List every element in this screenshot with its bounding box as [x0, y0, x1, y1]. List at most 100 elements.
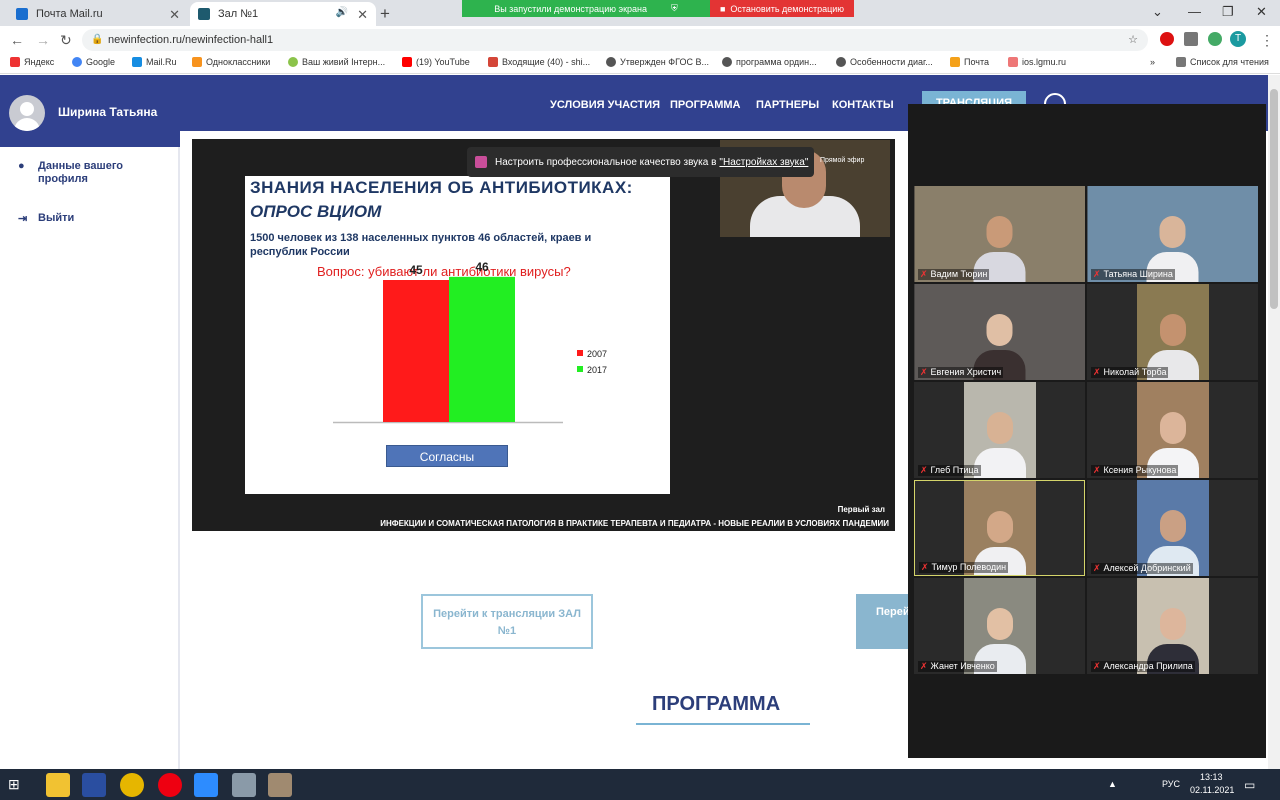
bookmark-mailru[interactable]: Mail.Ru [132, 57, 177, 67]
tab-search-icon[interactable]: ⌄ [1152, 4, 1163, 20]
bookmark-fgos[interactable]: Утвержден ФГОС В... [606, 57, 709, 67]
bookmark-program[interactable]: программа ордин... [722, 57, 817, 67]
globe-icon [722, 57, 732, 67]
bar-2007 [383, 280, 449, 422]
notifications-icon[interactable]: ▭ [1244, 778, 1255, 792]
legend-swatch-2007 [577, 350, 583, 356]
participant-name: ✗ Ксения Рыкунова [1091, 465, 1179, 476]
participant-head [1159, 412, 1186, 444]
tray-expand-icon[interactable]: ▲ [1108, 779, 1117, 789]
bookmark-youtube[interactable]: (19) YouTube [402, 57, 470, 67]
participant-head [1159, 510, 1186, 542]
more-bookmarks-icon[interactable]: » [1150, 57, 1155, 67]
share-notice: Вы запустили демонстрацию экрана ⛨ [462, 0, 710, 17]
legend-swatch-2017 [577, 366, 583, 372]
star-icon[interactable]: ☆ [1128, 29, 1138, 51]
globe-icon [836, 57, 846, 67]
mic-muted-icon: ✗ [920, 269, 928, 279]
chrome-icon[interactable] [120, 773, 144, 797]
goto-broadcast-button-2[interactable]: Перей [856, 594, 916, 649]
participant-camera [1136, 284, 1209, 380]
clock-time[interactable]: 13:13 [1200, 772, 1223, 782]
bookmark-lgmu[interactable]: ios.lgmu.ru [1008, 57, 1066, 67]
url-bar[interactable]: 🔒 newinfection.ru/newinfection-hall1 ☆ [82, 29, 1148, 51]
sidebar-item-logout[interactable]: ⇥ Выйти [18, 212, 74, 225]
reload-button[interactable]: ↻ [60, 32, 72, 49]
stop-share-button[interactable]: ■ Остановить демонстрацию [710, 0, 854, 17]
category-label: Согласны [386, 445, 508, 467]
participant-camera [963, 578, 1036, 674]
windows-taskbar: ⊞ ▲ РУС 13:13 02.11.2021 ▭ [0, 769, 1280, 800]
menu-icon[interactable]: ⋮ [1260, 32, 1274, 49]
user-avatar[interactable]: T [1230, 31, 1246, 47]
browser-tab-strip: Почта Mail.ru ✕ Зал №1 🔊 ✕ + Вы запустил… [0, 0, 1280, 26]
legend-label-2017: 2017 [587, 365, 607, 375]
scroll-thumb[interactable] [1270, 89, 1278, 309]
zoom-icon[interactable] [194, 773, 218, 797]
windows-start-icon[interactable]: ⊞ [8, 776, 24, 792]
participant-head [1159, 216, 1186, 248]
opera-icon[interactable] [1160, 32, 1174, 46]
bookmark-mail[interactable]: Почта [950, 57, 989, 67]
opera-icon[interactable] [158, 773, 182, 797]
clock-date[interactable]: 02.11.2021 [1190, 785, 1234, 795]
participant-tile[interactable]: ✗ Ксения Рыкунова [1087, 382, 1258, 478]
participant-tile[interactable]: ✗ Николай Торба [1087, 284, 1258, 380]
extensions-icon[interactable] [1184, 32, 1198, 46]
forward-button[interactable]: → [36, 32, 50, 48]
page-scrollbar[interactable] [1268, 75, 1280, 769]
bookmark-gmail[interactable]: Входящие (40) - shi... [488, 57, 590, 67]
sound-settings-link[interactable]: "Настройках звука" [719, 157, 808, 168]
sidebar-item-profile[interactable]: ● Данные вашего профиля [18, 160, 138, 186]
participant-tile[interactable]: ✗ Евгения Христич [914, 284, 1085, 380]
speaker-icon[interactable]: 🔊 [336, 7, 348, 18]
tab-hall[interactable]: Зал №1 🔊 ✕ [190, 2, 376, 26]
save-icon[interactable] [82, 773, 106, 797]
close-window-button[interactable]: ✕ [1256, 4, 1267, 20]
back-button[interactable]: ← [10, 32, 24, 48]
participant-tile[interactable]: ✗ Жанет Ивченко [914, 578, 1085, 674]
close-icon[interactable]: ✕ [169, 7, 180, 23]
mail-icon [16, 8, 28, 20]
tab-mail[interactable]: Почта Mail.ru ✕ [8, 2, 188, 26]
file-explorer-icon[interactable] [46, 773, 70, 797]
participant-tile[interactable]: ✗ Алексей Добринский [1087, 480, 1258, 576]
participant-tile[interactable]: ✗ Тимур Полеводин [914, 480, 1085, 576]
participant-camera [1136, 382, 1209, 478]
goto-broadcast-button[interactable]: Перейти к трансляции ЗАЛ №1 [421, 594, 593, 649]
mail-icon [950, 57, 960, 67]
participant-tile[interactable]: ✗ Вадим Тюрин [914, 186, 1085, 282]
bookmark-yandex[interactable]: Яндекс [10, 57, 54, 67]
close-icon[interactable]: ✕ [357, 7, 368, 23]
bookmark-google[interactable]: Google [72, 57, 115, 67]
participant-head [986, 608, 1013, 640]
bookmark-ok[interactable]: Одноклассники [192, 57, 270, 67]
profile-avatar[interactable] [1208, 32, 1222, 46]
tab-label: Зал №1 [218, 8, 259, 20]
maximize-button[interactable]: ❐ [1222, 4, 1234, 20]
lang-indicator[interactable]: РУС [1162, 779, 1180, 789]
participant-tile[interactable]: ✗ Глеб Птица [914, 382, 1085, 478]
reading-list-icon [1176, 57, 1186, 67]
site-icon [198, 8, 210, 20]
sound-settings-notification[interactable]: Настроить профессиональное качество звук… [467, 147, 814, 177]
program-underline [636, 723, 810, 725]
new-tab-button[interactable]: + [380, 4, 390, 24]
participant-tile[interactable]: ✗ Александра Прилипа [1087, 578, 1258, 674]
participant-tile[interactable]: ✗ Татьяна Ширина [1087, 186, 1258, 282]
participant-head [1159, 314, 1186, 346]
tool-icon[interactable] [268, 773, 292, 797]
bookmark-internet[interactable]: Ваш живий Інтерн... [288, 57, 385, 67]
bookmark-features[interactable]: Особенности диаг... [836, 57, 933, 67]
nav-contacts[interactable]: КОНТАКТЫ [832, 99, 894, 111]
reading-list[interactable]: Список для чтения [1176, 57, 1269, 67]
video-player[interactable]: ЗНАНИЯ НАСЕЛЕНИЯ ОБ АНТИБИОТИКАХ: ОПРОС … [192, 139, 895, 531]
nav-conditions[interactable]: УСЛОВИЯ УЧАСТИЯ [550, 99, 660, 111]
paint-icon[interactable] [232, 773, 256, 797]
nav-program[interactable]: ПРОГРАММА [670, 99, 740, 111]
hall-label: Первый зал [837, 505, 885, 514]
avatar [9, 95, 45, 131]
profile-header: Ширина Татьяна [0, 75, 180, 147]
nav-partners[interactable]: ПАРТНЕРЫ [756, 99, 819, 111]
minimize-button[interactable]: — [1188, 4, 1201, 19]
